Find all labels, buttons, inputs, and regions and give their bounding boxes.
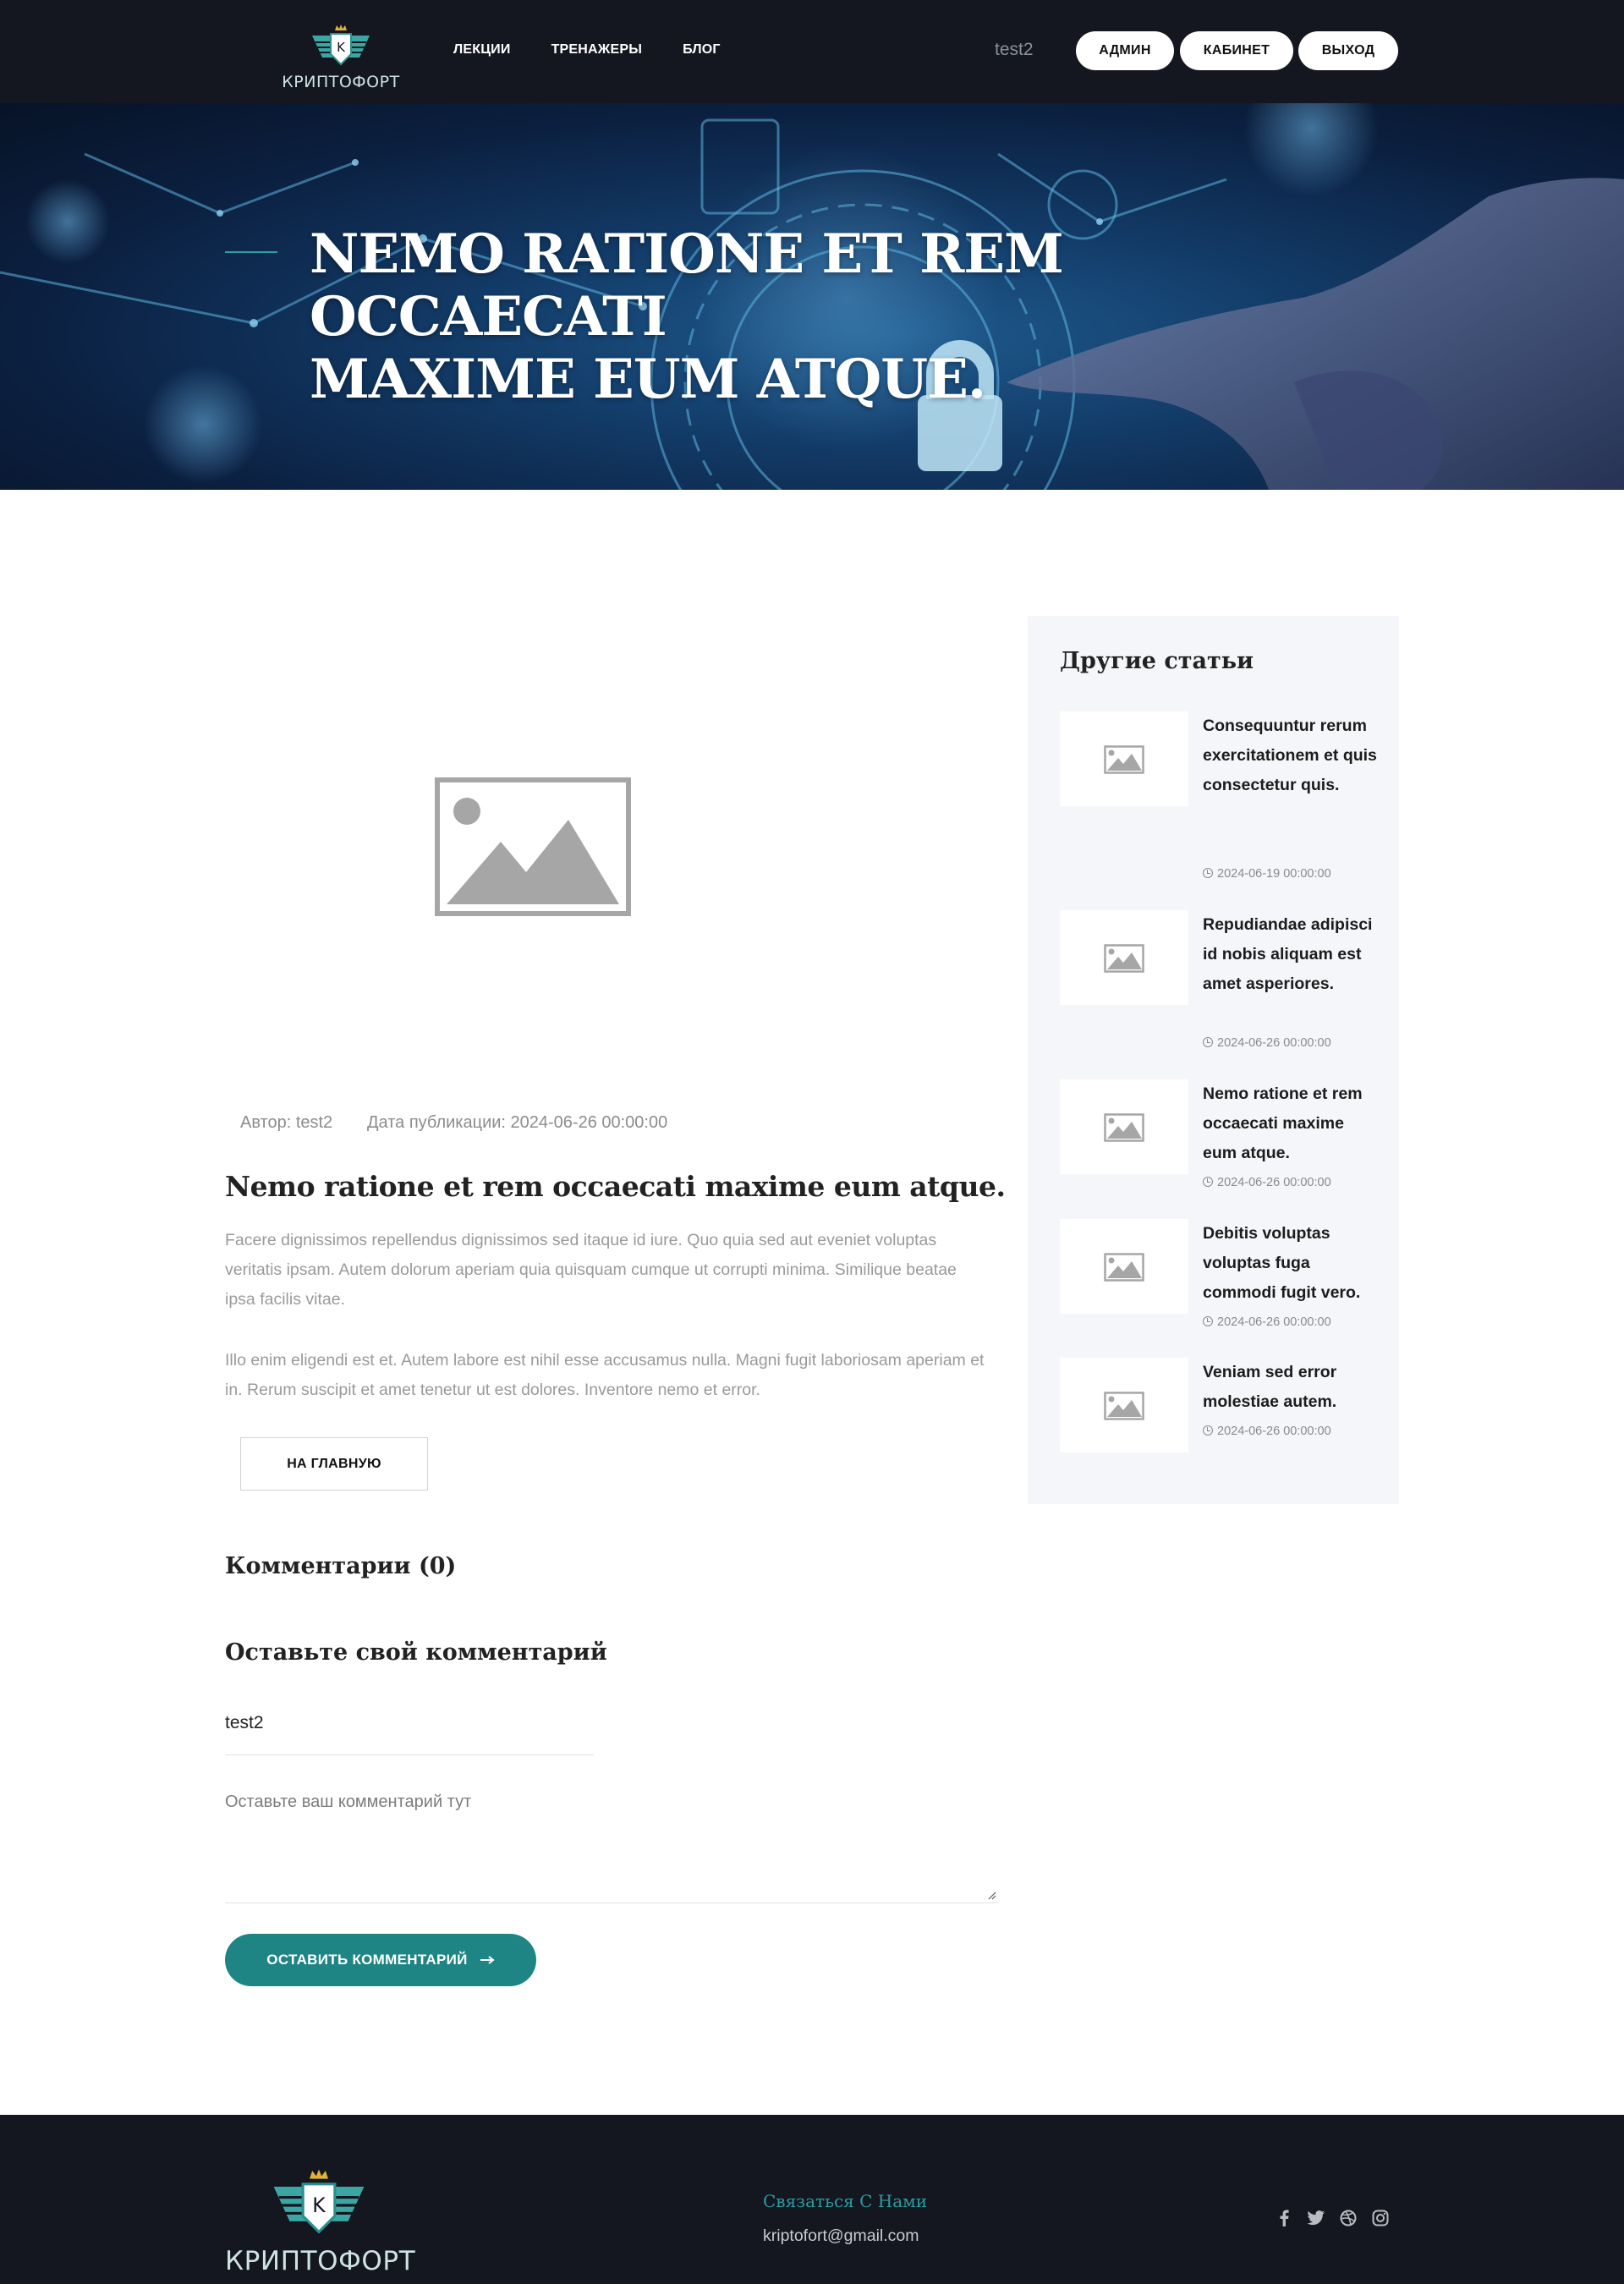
sidebar-article[interactable]: Nemo ratione et rem occaecati maxime eum…	[1060, 1079, 1381, 1206]
image-placeholder-icon	[435, 777, 631, 916]
dribbble-icon[interactable]	[1338, 2208, 1358, 2228]
clock-icon	[1203, 868, 1213, 878]
footer-logo[interactable]: K КРИПТОФОРТ	[225, 2168, 415, 2278]
admin-button[interactable]: АДМИН	[1076, 31, 1174, 70]
svg-text:K: K	[337, 40, 346, 55]
main-nav: ЛЕКЦИИ ТРЕНАЖЕРЫ БЛОГ	[453, 42, 761, 58]
sidebar-article-title[interactable]: Debitis voluptas voluptas fuga commodi f…	[1203, 1219, 1380, 1308]
image-placeholder-icon	[1104, 944, 1144, 973]
footer-brand-name: КРИПТОФОРТ	[225, 2246, 416, 2276]
home-button[interactable]: НА ГЛАВНУЮ	[240, 1437, 428, 1491]
header-username: test2	[995, 40, 1034, 59]
comments-count-title: Комментарии (0)	[225, 1553, 457, 1579]
clock-icon	[1203, 1177, 1213, 1187]
article-image	[225, 618, 986, 1074]
shield-logo-icon: K	[273, 2169, 365, 2234]
resize-handle-icon[interactable]	[988, 1891, 996, 1900]
nav-trainers[interactable]: ТРЕНАЖЕРЫ	[551, 42, 643, 58]
comment-textarea[interactable]	[225, 1781, 998, 1903]
twitter-icon[interactable]	[1306, 2208, 1326, 2228]
article-thumbnail[interactable]	[1060, 711, 1188, 806]
hero-title-line2: MAXIME EUM ATQUE.	[310, 348, 986, 411]
sidebar-article[interactable]: Debitis voluptas voluptas fuga commodi f…	[1060, 1219, 1381, 1346]
sidebar-article-date: 2024-06-26 00:00:00	[1203, 1315, 1331, 1329]
sidebar-article-title[interactable]: Repudiandae adipisci id nobis aliquam es…	[1203, 910, 1380, 999]
image-placeholder-icon	[1104, 1113, 1144, 1142]
clock-icon	[1203, 1037, 1213, 1047]
social-links	[1274, 2208, 1391, 2228]
submit-comment-button[interactable]: ОСТАВИТЬ КОММЕНТАРИЙ	[225, 1934, 536, 1986]
logout-button[interactable]: ВЫХОД	[1298, 31, 1398, 70]
article-thumbnail[interactable]	[1060, 1358, 1188, 1452]
article-thumbnail[interactable]	[1060, 1079, 1188, 1174]
sidebar-article-title[interactable]: Nemo ratione et rem occaecati maxime eum…	[1203, 1079, 1380, 1168]
facebook-icon[interactable]	[1274, 2208, 1294, 2228]
hero-accent-line	[225, 251, 277, 253]
footer-contact-title: Связаться С Нами	[763, 2191, 928, 2211]
submit-comment-label: ОСТАВИТЬ КОММЕНТАРИЙ	[266, 1952, 468, 1968]
sidebar-title: Другие статьи	[1060, 648, 1254, 674]
sidebar-article[interactable]: Consequuntur rerum exercitationem et qui…	[1060, 711, 1381, 889]
hero-title-line1: NEMO RATIONE ET REM OCCAECATI	[310, 222, 1064, 349]
clock-icon	[1203, 1316, 1213, 1326]
article-author: Автор: test2	[240, 1113, 333, 1132]
nav-lectures[interactable]: ЛЕКЦИИ	[453, 42, 511, 58]
article-thumbnail[interactable]	[1060, 1219, 1188, 1314]
article-paragraph: Illo enim eligendi est et. Autem labore …	[225, 1351, 985, 1399]
footer-email[interactable]: kriptofort@gmail.com	[763, 2226, 919, 2246]
svg-text:K: K	[312, 2193, 326, 2217]
name-input[interactable]	[225, 1705, 594, 1755]
shield-logo-icon: K	[312, 25, 370, 66]
brand-logo[interactable]: K КРИПТОФОРТ	[282, 24, 400, 95]
article-title: Nemo ratione et rem occaecati maxime eum…	[225, 1170, 1006, 1203]
article-paragraph: Facere dignissimos repellendus dignissim…	[225, 1231, 957, 1309]
sidebar-article-date: 2024-06-26 00:00:00	[1203, 1425, 1331, 1438]
article-date: Дата публикации: 2024-06-26 00:00:00	[367, 1113, 668, 1132]
image-placeholder-icon	[1104, 1253, 1144, 1282]
cabinet-button[interactable]: КАБИНЕТ	[1180, 31, 1293, 70]
sidebar-article-date: 2024-06-26 00:00:00	[1203, 1176, 1331, 1189]
brand-name: КРИПТОФОРТ	[282, 73, 400, 91]
sidebar-article[interactable]: Veniam sed error molestiae autem. 2024-0…	[1060, 1358, 1381, 1459]
article-thumbnail[interactable]	[1060, 910, 1188, 1005]
image-placeholder-icon	[1104, 745, 1144, 774]
sidebar-article[interactable]: Repudiandae adipisci id nobis aliquam es…	[1060, 910, 1381, 1062]
sidebar-article-date: 2024-06-19 00:00:00	[1203, 867, 1331, 881]
arrow-right-icon	[480, 1956, 495, 1964]
hero-banner: NEMO RATIONE ET REM OCCAECATI MAXIME EUM…	[0, 103, 1624, 490]
sidebar-article-title[interactable]: Veniam sed error molestiae autem.	[1203, 1358, 1380, 1417]
other-articles-sidebar: Другие статьи Consequuntur rerum exercit…	[1028, 616, 1399, 1504]
sidebar-article-date: 2024-06-26 00:00:00	[1203, 1036, 1331, 1050]
leave-comment-title: Оставьте свой комментарий	[225, 1639, 607, 1666]
image-placeholder-icon	[1104, 1392, 1144, 1420]
nav-blog[interactable]: БЛОГ	[683, 42, 721, 58]
sidebar-article-title[interactable]: Consequuntur rerum exercitationem et qui…	[1203, 711, 1380, 800]
hero-title: NEMO RATIONE ET REM OCCAECATI MAXIME EUM…	[310, 223, 1409, 411]
site-header: K КРИПТОФОРТ ЛЕКЦИИ ТРЕНАЖЕРЫ БЛОГ test2…	[0, 0, 1624, 103]
clock-icon	[1203, 1425, 1213, 1436]
instagram-icon[interactable]	[1370, 2208, 1391, 2228]
